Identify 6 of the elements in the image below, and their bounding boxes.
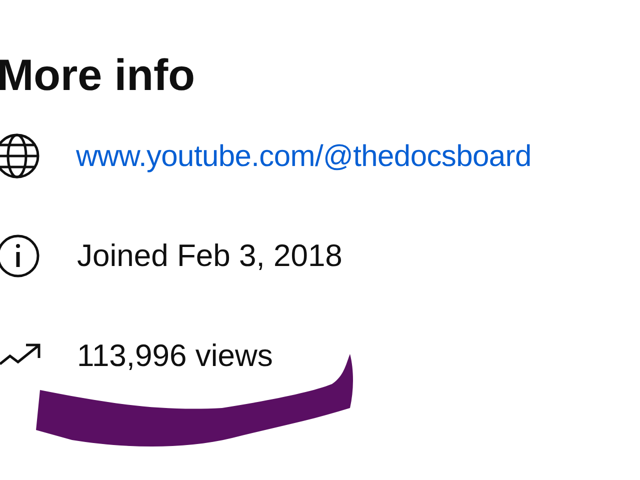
joined-date: Joined Feb 3, 2018 (77, 236, 342, 275)
channel-link[interactable]: www.youtube.com/@thedocsboard (76, 134, 532, 178)
globe-icon (0, 131, 41, 181)
info-icon (0, 234, 42, 278)
view-count: 113,996 views (77, 336, 273, 375)
section-heading: More info (0, 50, 195, 102)
